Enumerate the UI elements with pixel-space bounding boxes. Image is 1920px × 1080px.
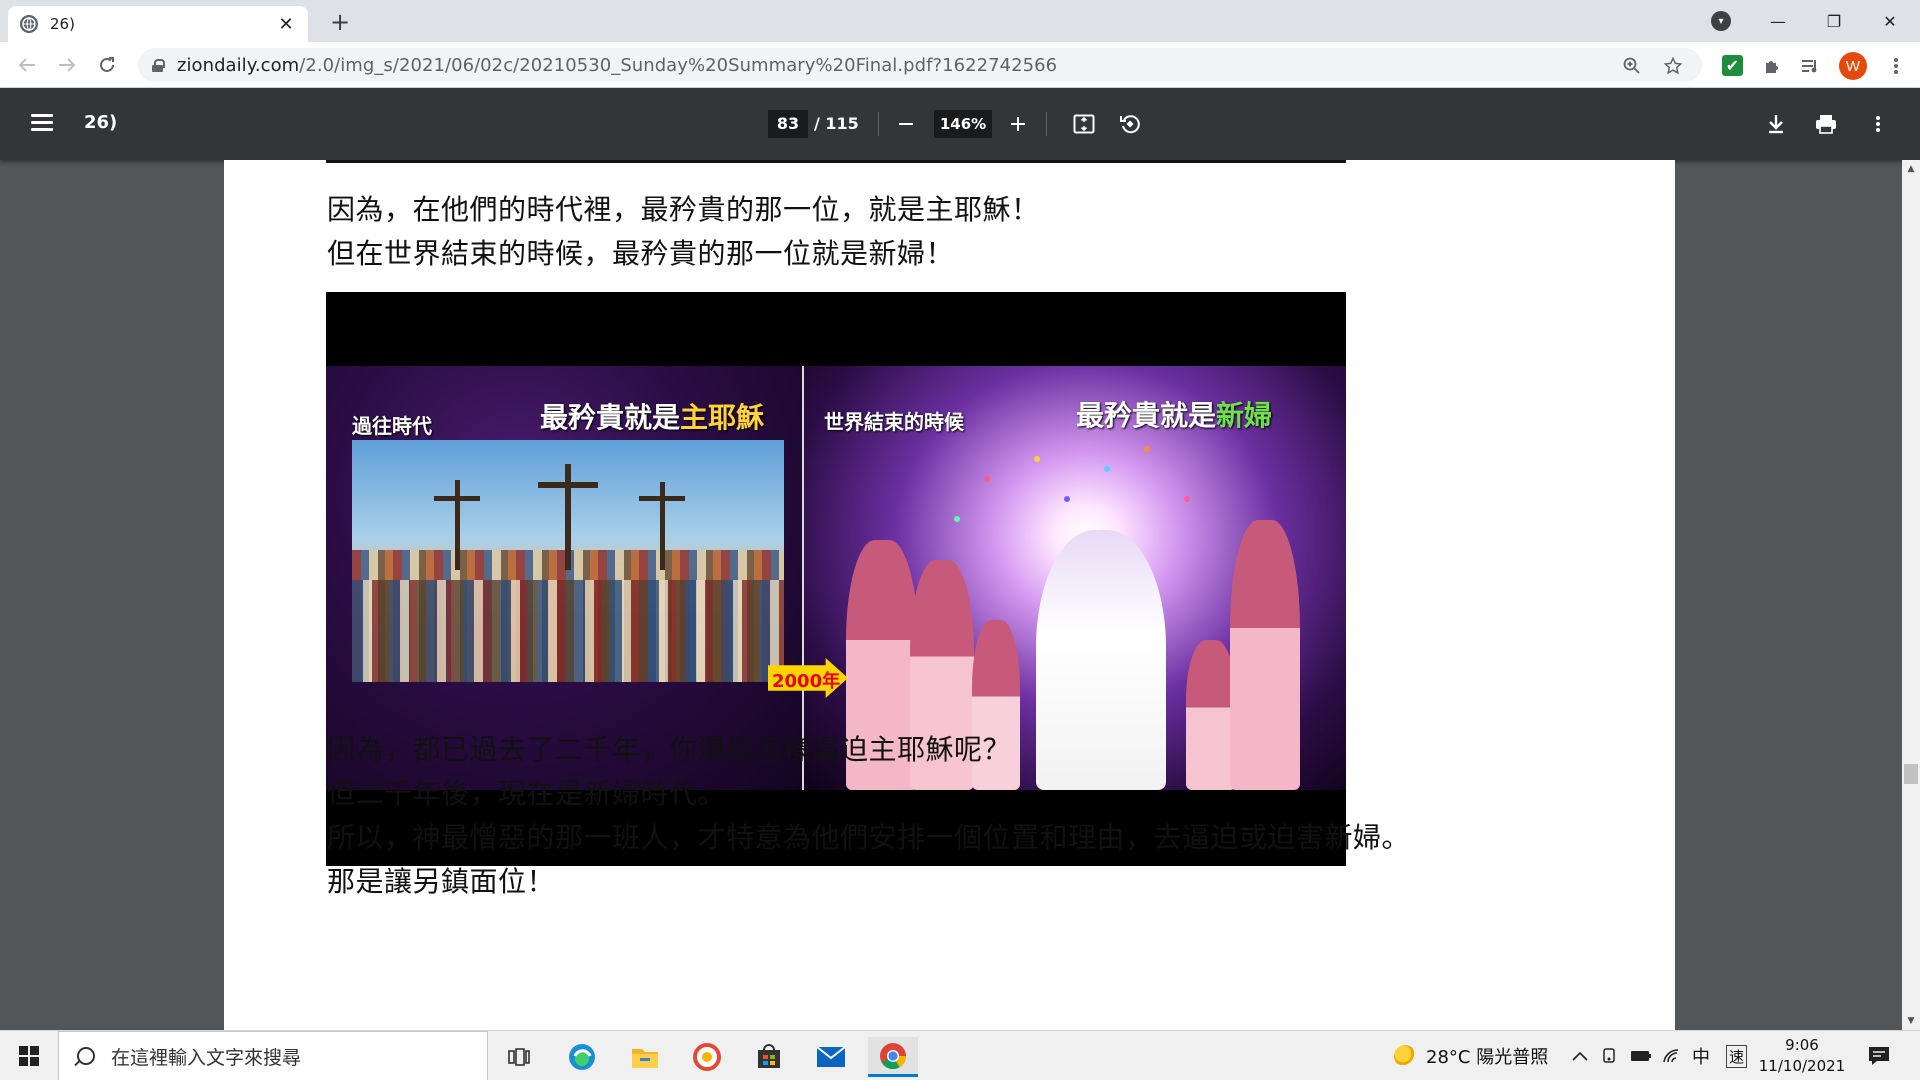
2000-years-label: 2000年: [772, 671, 841, 692]
back-arrow-icon[interactable]: [12, 50, 42, 80]
tab-strip: 26) ✕ + ▾ — ❐ ✕: [0, 0, 1920, 42]
paragraph-line: 因為，都已過去了二千年，你還能怎樣逼迫主耶穌呢？: [327, 733, 1012, 766]
weather-widget[interactable]: 28°C 陽光普照: [1394, 1031, 1548, 1080]
notification-icon[interactable]: [1868, 1031, 1890, 1080]
battery-icon[interactable]: [1630, 1031, 1652, 1080]
ime-mode-text: 速: [1726, 1044, 1748, 1068]
chrome-taskbar-icon[interactable]: [868, 1037, 918, 1077]
task-view-icon[interactable]: [494, 1037, 544, 1077]
system-clock[interactable]: 9:06 11/10/2021: [1756, 1035, 1848, 1077]
browser-tab[interactable]: 26) ✕: [8, 6, 308, 42]
device-icon[interactable]: [1600, 1031, 1618, 1080]
tab-search-icon[interactable]: ▾: [1711, 11, 1731, 31]
globe-icon: [20, 15, 38, 33]
zoom-level-input[interactable]: 146%: [934, 110, 992, 138]
download-icon[interactable]: [1762, 110, 1790, 138]
show-hidden-icons[interactable]: [1572, 1031, 1588, 1080]
pdf-page: 因為，在他們的時代裡，最矜貴的那一位，就是主耶穌！ 但在世界結束的時候，最矜貴的…: [224, 160, 1675, 1030]
lock-icon: [152, 58, 165, 72]
paragraph-line: 因為，在他們的時代裡，最矜貴的那一位，就是主耶穌！: [327, 193, 1040, 226]
url-host: ziondaily.com: [177, 54, 300, 76]
mail-icon[interactable]: [806, 1037, 856, 1077]
reload-icon[interactable]: [92, 50, 122, 80]
toolbar-divider: [878, 112, 879, 136]
media-queue-icon[interactable]: [1798, 54, 1822, 78]
clock-time: 9:06: [1785, 1036, 1819, 1054]
checkmark-extension-icon[interactable]: ✔: [1722, 55, 1743, 76]
forward-arrow-icon[interactable]: [52, 50, 82, 80]
chrome-menu-icon[interactable]: [1884, 54, 1908, 78]
puzzle-extension-icon[interactable]: [1760, 54, 1784, 78]
tab-close-icon[interactable]: ✕: [276, 14, 296, 35]
past-heading-white: 最矜貴就是: [540, 401, 681, 434]
weather-text: 28°C 陽光普照: [1426, 1047, 1549, 1068]
profile-avatar[interactable]: W: [1839, 52, 1867, 80]
search-icon: [77, 1047, 95, 1065]
page-rule: [326, 160, 1346, 163]
scrollbar[interactable]: [1902, 160, 1920, 1030]
store-icon[interactable]: [744, 1037, 794, 1077]
address-bar[interactable]: ziondaily.com/2.0/img_s/2021/06/02c/2021…: [138, 48, 1702, 82]
file-explorer-icon[interactable]: [620, 1037, 670, 1077]
end-heading-green: 新婦: [1216, 399, 1273, 432]
url-path: /2.0/img_s/2021/06/02c/20210530_Sunday%2…: [299, 54, 1058, 76]
scroll-down-icon[interactable]: ▼: [1902, 1014, 1920, 1028]
page-total: / 115: [814, 114, 859, 133]
ime-mode-indicator[interactable]: 速: [1726, 1031, 1748, 1080]
end-era-caption: 世界結束的時候: [824, 410, 964, 434]
past-era-panel: 過往時代 最矜貴就是主耶穌: [326, 366, 804, 790]
sun-cloud-icon: [1394, 1045, 1416, 1067]
clock-date: 11/10/2021: [1758, 1057, 1846, 1075]
ime-language-indicator[interactable]: 中: [1692, 1031, 1710, 1080]
paragraph-line: 但在世界結束的時候，最矜貴的那一位就是新婦！: [327, 237, 955, 270]
fit-to-page-icon[interactable]: [1070, 110, 1098, 138]
pdf-title: 26): [84, 112, 118, 133]
pdf-menu-icon[interactable]: [28, 110, 56, 138]
zoom-icon[interactable]: [1621, 55, 1643, 77]
page-number-input[interactable]: 83: [768, 110, 808, 138]
paragraph-line: 那是讓另鎮面位！: [327, 865, 556, 898]
tab-title: 26): [50, 15, 75, 33]
rotate-icon[interactable]: [1116, 110, 1144, 138]
zoom-in-icon[interactable]: [1004, 110, 1032, 138]
search-placeholder: 在這裡輸入文字來搜尋: [111, 1046, 302, 1069]
taskbar: 在這裡輸入文字來搜尋 28°C 陽光普照 中 速 9:06 11/10/2021: [0, 1030, 1920, 1080]
scroll-up-icon[interactable]: ▲: [1902, 162, 1920, 176]
paragraph-line: 所以，神最憎惡的那一班人，才特意為他們安排一個位置和理由，去逼迫或迫害新婦。: [327, 821, 1411, 854]
bookmark-star-icon[interactable]: [1662, 55, 1684, 77]
zoom-out-icon[interactable]: [892, 110, 920, 138]
url-text: ziondaily.com/2.0/img_s/2021/06/02c/2021…: [177, 55, 1057, 76]
close-window-button[interactable]: ✕: [1862, 0, 1918, 42]
new-tab-button[interactable]: +: [326, 8, 354, 36]
end-era-heading: 最矜貴就是新婦: [1076, 394, 1272, 434]
minimize-button[interactable]: —: [1750, 0, 1806, 42]
app-circle-icon[interactable]: [682, 1037, 732, 1077]
edge-browser-icon[interactable]: [557, 1037, 607, 1077]
end-heading-white: 最矜貴就是: [1076, 399, 1217, 432]
browser-toolbar: ziondaily.com/2.0/img_s/2021/06/02c/2021…: [0, 42, 1920, 88]
pdf-toolbar: 26) 83 / 115 146%: [0, 88, 1920, 160]
scrollbar-thumb[interactable]: [1904, 764, 1918, 784]
restore-button[interactable]: ❐: [1806, 0, 1862, 42]
toolbar-divider: [1046, 112, 1047, 136]
2000-years-arrow: 2000年: [768, 658, 848, 698]
past-era-caption: 過往時代: [352, 414, 432, 438]
wifi-icon[interactable]: [1662, 1031, 1682, 1080]
past-heading-yellow: 主耶穌: [680, 401, 765, 434]
taskbar-search-box[interactable]: 在這裡輸入文字來搜尋: [58, 1031, 488, 1080]
more-options-icon[interactable]: [1864, 110, 1892, 138]
print-icon[interactable]: [1812, 110, 1840, 138]
past-era-heading: 最矜貴就是主耶穌: [540, 396, 764, 436]
slide-banner: 過往時代 最矜貴就是主耶穌 世界結束的時候 最矜貴就是新婦 2000年: [326, 366, 1346, 790]
windows-start-icon[interactable]: [0, 1031, 58, 1080]
paragraph-line: 但二千年後，現在是新婦時代。: [327, 777, 727, 810]
crucifixion-scene-image: [352, 440, 784, 682]
